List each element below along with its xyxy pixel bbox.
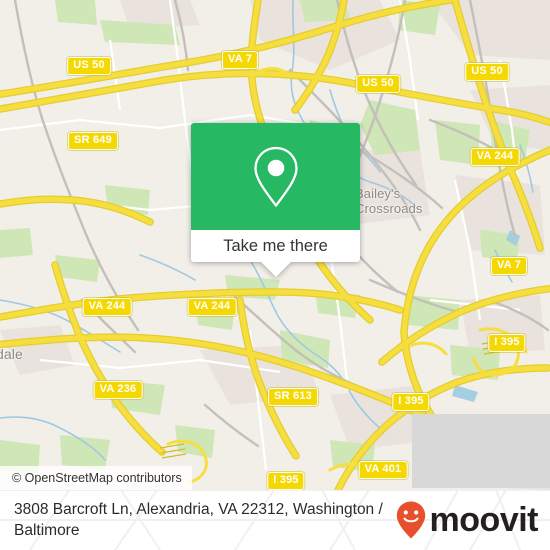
road-shield: VA 401 [358,461,408,479]
road-shield: VA 244 [470,148,520,166]
road-shield: I 395 [267,472,305,490]
callout-icon-area [191,123,360,230]
take-me-there-label: Take me there [223,237,328,255]
road-shield: VA 236 [93,381,143,399]
road-shield: US 50 [67,57,111,75]
callout-tail [259,261,292,277]
moovit-pin-smile-icon [396,501,425,539]
road-shield: VA 7 [490,257,528,275]
map-pin-icon [253,146,298,207]
road-shield: VA 244 [82,298,132,316]
road-shield: VA 244 [187,298,237,316]
map-placeholder-box [412,414,550,488]
address-text: 3808 Barcroft Ln, Alexandria, VA 22312, … [14,501,383,539]
location-callout-card[interactable]: Take me there [191,123,360,277]
moovit-logo: moovit [395,500,542,540]
moovit-wordmark: moovit [429,501,539,539]
road-shield: VA 7 [221,51,259,69]
callout-action-area[interactable]: Take me there [191,230,360,277]
road-shield: US 50 [356,75,400,93]
road-shield: I 395 [392,393,430,411]
road-shield: US 50 [465,63,509,81]
map-attribution[interactable]: © OpenStreetMap contributors [0,466,192,490]
map-screenshot: Bailey's Crossroads dale US 50 VA 7 US 5… [0,0,550,550]
road-shield: SR 613 [268,388,318,406]
map-canvas[interactable]: Bailey's Crossroads dale US 50 VA 7 US 5… [0,0,550,490]
road-shield: SR 649 [68,132,118,150]
footer-bar: 3808 Barcroft Ln, Alexandria, VA 22312, … [0,490,550,550]
road-shield: I 395 [488,334,526,352]
attribution-text: © OpenStreetMap contributors [12,471,182,485]
